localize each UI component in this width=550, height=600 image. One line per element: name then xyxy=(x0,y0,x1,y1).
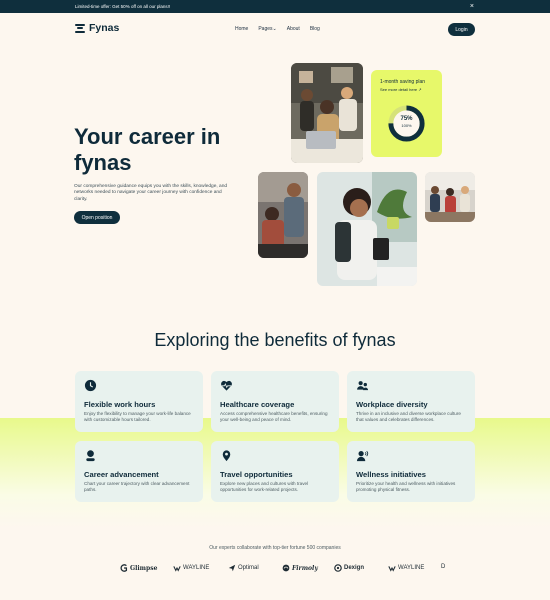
woman-phone-photo xyxy=(317,172,417,286)
clock-icon xyxy=(84,379,97,392)
plan-title: 1-month saving plan xyxy=(380,79,426,85)
announcement-text: Limited-time offer: Get 50% off on all o… xyxy=(75,4,171,9)
benefits-title: Exploring the benefits of fynas xyxy=(154,330,396,350)
nav-pages-label: Pages xyxy=(258,26,273,32)
people-icon xyxy=(357,381,369,391)
colleagues-photo xyxy=(258,172,308,258)
partner-logo-dexign: Dexign xyxy=(334,564,364,572)
nav-blog[interactable]: Blog xyxy=(310,26,320,32)
wayline-icon xyxy=(388,566,396,572)
donut-total: 100% xyxy=(401,123,412,128)
partner-logo-wayline: WAYLINE xyxy=(173,564,209,572)
chevron-down-icon: ⌄ xyxy=(272,26,277,32)
logo-text: Fynas xyxy=(89,22,120,34)
logo[interactable]: Fynas xyxy=(75,22,119,34)
benefit-title: Healthcare coverage xyxy=(220,400,295,409)
partner-name: D xyxy=(441,564,446,570)
hero-description: Our comprehensive guidance equips you wi… xyxy=(74,184,228,202)
firmoly-icon xyxy=(282,564,290,572)
benefit-card-wellness: Wellness initiatives Prioritize your hea… xyxy=(347,441,475,502)
nav-about[interactable]: About xyxy=(287,26,300,32)
hero-title-line1: Your career in xyxy=(74,124,221,149)
announcement-bar: Limited-time offer: Get 50% off on all o… xyxy=(0,0,550,13)
person-icon xyxy=(86,450,95,462)
wayline-icon xyxy=(173,566,181,572)
partner-logos: Glimpse WAYLINE Optimal Firmoly Dexign W… xyxy=(120,564,450,578)
donut-percent: 75% xyxy=(400,116,413,122)
nav-home[interactable]: Home xyxy=(235,26,248,32)
group-photo xyxy=(425,172,475,222)
person-wave-icon xyxy=(356,450,369,462)
benefit-card-career: Career advancement Chart your career tra… xyxy=(75,441,203,502)
partner-logo-firmoly: Firmoly xyxy=(282,564,318,572)
donut-label: 75% 100% xyxy=(386,116,427,128)
partner-logo-glimpse: Glimpse xyxy=(120,564,157,572)
team-meeting-photo xyxy=(291,63,363,163)
benefit-card-travel: Travel opportunities Explore new places … xyxy=(211,441,339,502)
benefit-desc: Prioritize your health and wellness with… xyxy=(356,481,456,492)
main-menu: Home Pages⌄ About Blog xyxy=(235,26,320,32)
benefit-desc: Access comprehensive healthcare benefits… xyxy=(220,411,328,422)
partner-name: WAYLINE xyxy=(183,565,210,571)
partner-logo-wayline-2: WAYLINE xyxy=(388,564,424,572)
benefit-title: Travel opportunities xyxy=(220,470,293,479)
close-icon[interactable]: × xyxy=(470,2,474,11)
hero-title: Your career in fynas xyxy=(74,124,254,176)
partner-name: Glimpse xyxy=(130,564,158,572)
partner-logo-d: D xyxy=(441,564,445,570)
benefit-title: Workplace diversity xyxy=(356,400,428,409)
partner-logo-optimal: Optimal xyxy=(228,564,259,572)
glimpse-icon xyxy=(120,564,128,572)
plan-detail-link[interactable]: See more detail here ↗ xyxy=(380,87,422,92)
map-pin-icon xyxy=(222,450,231,462)
nav-pages[interactable]: Pages⌄ xyxy=(258,26,276,32)
partner-name: Dexign xyxy=(344,565,365,571)
partners-label: Our experts collaborate with top-tier fo… xyxy=(209,545,341,551)
logo-icon xyxy=(75,23,85,33)
benefit-card-diversity: Workplace diversity Thrive in an inclusi… xyxy=(347,371,475,432)
login-button[interactable]: Login xyxy=(448,23,475,36)
partner-name: Optimal xyxy=(238,565,259,571)
benefit-title: Wellness initiatives xyxy=(356,470,426,479)
dexign-icon xyxy=(334,564,342,572)
partner-name: Firmoly xyxy=(292,564,318,572)
benefit-title: Flexible work hours xyxy=(84,400,156,409)
navbar: Fynas Home Pages⌄ About Blog Login xyxy=(75,22,475,38)
benefit-desc: Chart your career trajectory with clear … xyxy=(84,481,190,492)
benefit-card-flexible: Flexible work hours Enjoy the flexibilit… xyxy=(75,371,203,432)
paper-plane-icon xyxy=(228,564,236,572)
benefit-card-healthcare: Healthcare coverage Access comprehensive… xyxy=(211,371,339,432)
benefit-desc: Enjoy the flexibility to manage your wor… xyxy=(84,411,191,422)
partner-name: WAYLINE xyxy=(398,565,425,571)
open-position-button[interactable]: Open position xyxy=(74,211,120,224)
heart-pulse-icon xyxy=(221,380,232,391)
hero-title-line2: fynas xyxy=(74,150,132,175)
saving-plan-card: 1-month saving plan See more detail here… xyxy=(371,70,442,157)
benefit-desc: Explore new places and cultures with tra… xyxy=(220,481,309,492)
benefit-desc: Thrive in an inclusive and diverse workp… xyxy=(356,411,461,422)
benefit-title: Career advancement xyxy=(84,470,159,479)
